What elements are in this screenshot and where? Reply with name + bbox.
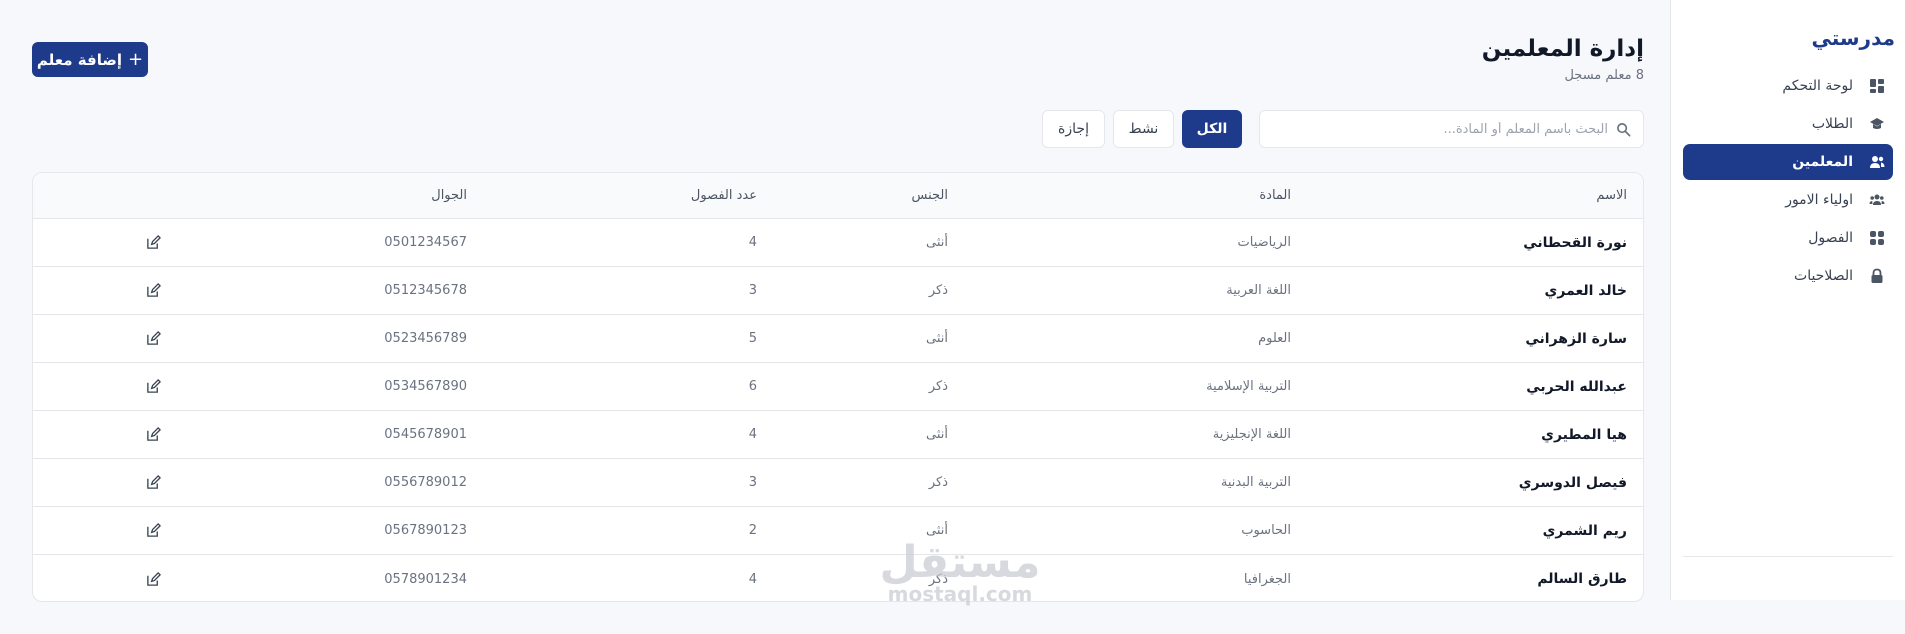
table-row: عبدالله الحربي التربية الإسلامية ذكر 6 0… [33, 363, 1643, 411]
main-content: إدارة المعلمين 8 معلم مسجل + إضافة معلم … [0, 0, 1670, 634]
teacher-phone: 0545678901 [384, 427, 467, 442]
teacher-subject: التربية البدنية [1220, 475, 1291, 490]
teacher-phone: 0523456789 [384, 331, 467, 346]
teacher-subject: الجغرافيا [1243, 571, 1291, 587]
teacher-phone: 0578901234 [384, 571, 467, 587]
teacher-name: نورة القحطاني [1523, 234, 1627, 251]
teacher-gender: أنثى [926, 235, 948, 250]
users-icon [1869, 154, 1885, 170]
column-header-phone: الجوال [431, 188, 467, 203]
teacher-gender: ذكر [928, 283, 948, 298]
sidebar-item-label: الفصول [1808, 230, 1853, 246]
sidebar-nav: لوحة التحكم الطلاب المعلمين اولياء الامو… [1683, 68, 1893, 296]
sidebar-item-label: الطلاب [1811, 116, 1853, 132]
sidebar-item-classes[interactable]: الفصول [1683, 220, 1893, 256]
table-row: طارق السالم الجغرافيا ذكر 4 0578901234 [33, 555, 1643, 601]
add-teacher-label: إضافة معلم [36, 50, 122, 69]
teacher-phone: 0512345678 [384, 283, 467, 298]
table-row: ريم الشمري الحاسوب أنثى 2 0567890123 [33, 507, 1643, 555]
teacher-subject: العلوم [1258, 331, 1291, 346]
edit-icon[interactable] [143, 507, 163, 554]
teacher-name: هيا المطيري [1541, 426, 1627, 443]
table-row: خالد العمري اللغة العربية ذكر 3 05123456… [33, 267, 1643, 315]
edit-icon[interactable] [143, 267, 163, 314]
search-input[interactable] [1272, 121, 1608, 137]
teacher-classes: 5 [748, 331, 757, 346]
watermark-arabic: مستقل [879, 537, 1041, 588]
teacher-classes: 4 [748, 235, 757, 250]
add-teacher-button[interactable]: + إضافة معلم [32, 42, 148, 77]
teacher-phone: 0567890123 [384, 523, 467, 538]
sidebar-item-label: الصلاحيات [1794, 268, 1853, 284]
sidebar: مدرستي لوحة التحكم الطلاب المعلمين اوليا… [1670, 0, 1905, 600]
teacher-classes: 4 [748, 427, 757, 442]
teacher-phone: 0556789012 [384, 475, 467, 490]
teacher-name: طارق السالم [1537, 571, 1627, 587]
teacher-name: سارة الزهراني [1525, 330, 1627, 347]
dashboard-icon [1869, 78, 1885, 94]
teacher-gender: ذكر [928, 475, 948, 490]
sidebar-item-dashboard[interactable]: لوحة التحكم [1683, 68, 1893, 104]
sidebar-item-label: اولياء الامور [1785, 192, 1853, 208]
teacher-subject: التربية الإسلامية [1206, 379, 1291, 394]
column-header-classes: عدد الفصول [690, 188, 757, 203]
teacher-classes: 4 [748, 571, 757, 587]
app-root: مدرستي لوحة التحكم الطلاب المعلمين اوليا… [0, 0, 1905, 634]
sidebar-item-teachers[interactable]: المعلمين [1683, 144, 1893, 180]
teacher-count: 8 معلم مسجل [1564, 68, 1644, 83]
teacher-subject: اللغة الإنجليزية [1212, 427, 1291, 442]
teacher-gender: أنثى [926, 331, 948, 346]
sidebar-divider [1683, 556, 1893, 557]
teacher-gender: أنثى [926, 427, 948, 442]
edit-icon[interactable] [143, 315, 163, 362]
teacher-classes: 3 [748, 283, 757, 298]
teacher-name: عبدالله الحربي [1526, 378, 1627, 395]
table-row: سارة الزهراني العلوم أنثى 5 0523456789 [33, 315, 1643, 363]
teacher-subject: اللغة العربية [1226, 283, 1291, 298]
lock-icon [1869, 268, 1885, 284]
column-header-gender: الجنس [911, 188, 948, 203]
watermark-latin: mostaql.com [887, 582, 1033, 606]
sidebar-item-students[interactable]: الطلاب [1683, 106, 1893, 142]
table-row: نورة القحطاني الرياضيات أنثى 4 050123456… [33, 219, 1643, 267]
watermark: مستقل mostaql.com [860, 537, 1060, 607]
table-row: فيصل الدوسري التربية البدنية ذكر 3 05567… [33, 459, 1643, 507]
search-box [1259, 110, 1644, 148]
column-header-name: الاسم [1596, 188, 1627, 203]
filter-all[interactable]: الكل [1182, 110, 1242, 148]
teacher-classes: 6 [748, 379, 757, 394]
plus-icon: + [127, 49, 144, 70]
parents-icon [1869, 192, 1885, 208]
teachers-table: الاسم المادة الجنس عدد الفصول الجوال نور… [32, 172, 1644, 602]
teacher-classes: 3 [748, 475, 757, 490]
brand-name: مدرستي [1811, 26, 1895, 50]
table-row: هيا المطيري اللغة الإنجليزية أنثى 4 0545… [33, 411, 1643, 459]
sidebar-item-label: المعلمين [1792, 154, 1853, 170]
teacher-subject: الرياضيات [1237, 235, 1292, 250]
teacher-phone: 0534567890 [384, 379, 467, 394]
edit-icon[interactable] [143, 555, 163, 601]
table-header: الاسم المادة الجنس عدد الفصول الجوال [33, 173, 1643, 219]
teacher-phone: 0501234567 [384, 235, 467, 250]
filter-on-leave[interactable]: إجازة [1042, 110, 1105, 148]
teacher-subject: الحاسوب [1241, 523, 1291, 538]
edit-icon[interactable] [143, 219, 163, 266]
sidebar-item-label: لوحة التحكم [1782, 78, 1853, 94]
page-title: إدارة المعلمين [1481, 36, 1644, 62]
filter-active[interactable]: نشط [1113, 110, 1174, 148]
graduation-cap-icon [1869, 116, 1885, 132]
teacher-name: فيصل الدوسري [1518, 474, 1627, 491]
search-icon [1616, 122, 1631, 137]
teacher-name: ريم الشمري [1542, 522, 1627, 539]
edit-icon[interactable] [143, 459, 163, 506]
teacher-name: خالد العمري [1544, 282, 1627, 299]
column-header-subject: المادة [1259, 188, 1291, 203]
edit-icon[interactable] [143, 363, 163, 410]
grid-icon [1869, 230, 1885, 246]
sidebar-item-permissions[interactable]: الصلاحيات [1683, 258, 1893, 294]
sidebar-item-parents[interactable]: اولياء الامور [1683, 182, 1893, 218]
edit-icon[interactable] [143, 411, 163, 458]
teacher-gender: ذكر [928, 379, 948, 394]
teacher-classes: 2 [748, 523, 757, 538]
